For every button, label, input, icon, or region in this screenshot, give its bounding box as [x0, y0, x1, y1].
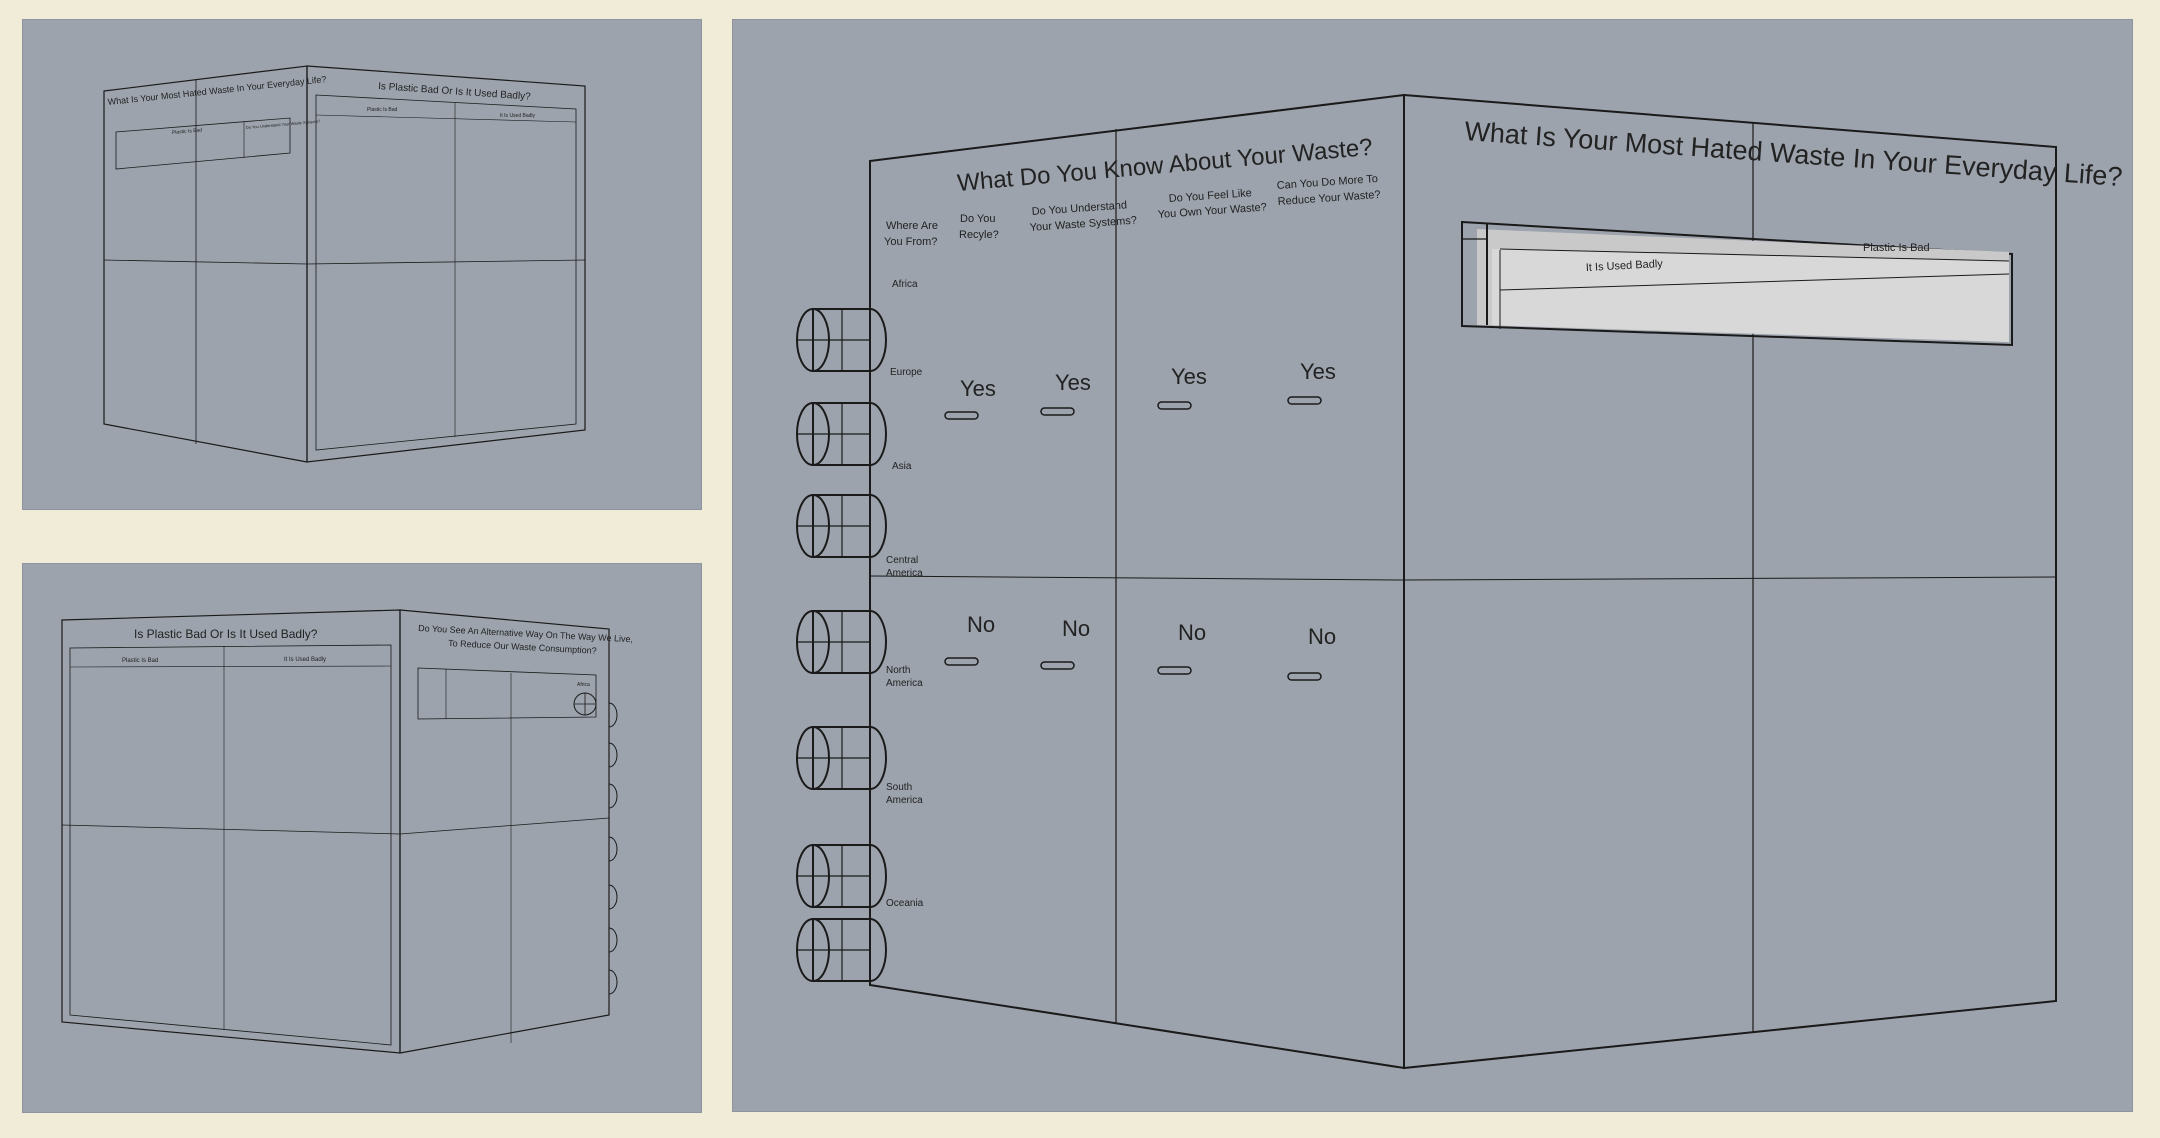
- column-label: It Is Used Badly: [284, 657, 326, 663]
- slot-label-right: Plastic Is Bad: [1863, 242, 1930, 254]
- viewport-perspective-bottom[interactable]: Is Plastic Bad Or Is It Used Badly? Plas…: [22, 563, 702, 1113]
- right-face-slot[interactable]: [1461, 220, 2013, 347]
- question-where-from-l1: Where Are: [886, 220, 938, 232]
- no-label: No: [1178, 620, 1206, 645]
- no-label: No: [1062, 616, 1090, 641]
- left-face-title: What Is Your Most Hated Waste In Your Ev…: [107, 74, 327, 107]
- question-where-from-l2: You From?: [884, 236, 937, 248]
- yes-label: Yes: [960, 376, 996, 401]
- region-north-america-l2: America: [886, 678, 923, 689]
- cube-left-face: [869, 93, 1405, 1070]
- viewport-perspective-main[interactable]: What Do You Know About Your Waste? Where…: [732, 19, 2133, 1112]
- no-label: No: [1308, 624, 1336, 649]
- region-knobs[interactable]: [796, 308, 887, 982]
- right-face-title: What Is Your Most Hated Waste In Your Ev…: [1464, 116, 2124, 192]
- region-south-america-l1: South: [886, 782, 912, 793]
- knob-asia: [796, 494, 887, 558]
- knob-south-america: [796, 844, 887, 908]
- right-face-slot: [417, 667, 597, 720]
- left-face-title: Is Plastic Bad Or Is It Used Badly?: [134, 627, 318, 641]
- slot-label: Plastic Is Bad: [172, 127, 203, 136]
- knob-europe: [796, 402, 887, 466]
- question-recycle-l2: Recyle?: [959, 229, 999, 241]
- region-central-america-l1: Central: [886, 555, 918, 566]
- knob-africa: [796, 308, 887, 372]
- no-label: No: [967, 612, 995, 637]
- cube-right-face: [306, 65, 586, 463]
- region-europe: Europe: [890, 367, 923, 378]
- side-knobs: [608, 702, 618, 995]
- region-central-america-l2: America: [886, 568, 923, 579]
- column-label: It Is Used Badly: [500, 113, 536, 119]
- cube-left-face: [61, 609, 401, 1054]
- vote-slots[interactable]: [944, 396, 1322, 681]
- cube-render-top: What Is Your Most Hated Waste In Your Ev…: [103, 65, 586, 463]
- column-label: Plastic Is Bad: [122, 658, 158, 664]
- region-africa: Africa: [892, 279, 918, 290]
- slot-label: Africa: [577, 682, 590, 688]
- yes-label: Yes: [1171, 364, 1207, 389]
- knob-central-america: [796, 610, 887, 674]
- region-labels: Africa Europe Asia Central America North…: [886, 279, 924, 909]
- question-understand-l2: Your Waste Systems?: [1029, 215, 1137, 234]
- no-labels: No No No No: [967, 612, 1336, 649]
- slot-label: Do You Understand Your Waste Systems?: [246, 118, 322, 130]
- yes-labels: Yes Yes Yes Yes: [960, 359, 1336, 401]
- region-south-america-l2: America: [886, 795, 923, 806]
- column-label: Plastic Is Bad: [367, 107, 398, 113]
- knob-oceania: [796, 918, 887, 982]
- yes-label: Yes: [1300, 359, 1336, 384]
- question-more-l2: Reduce Your Waste?: [1277, 189, 1381, 208]
- question-recycle-l1: Do You: [960, 213, 995, 225]
- knob-north-america: [796, 726, 887, 790]
- viewport-perspective-top[interactable]: What Is Your Most Hated Waste In Your Ev…: [22, 19, 702, 510]
- cube-render-main: What Do You Know About Your Waste? Where…: [796, 93, 2124, 1070]
- region-north-america-l1: North: [886, 665, 910, 676]
- cube-render-bottom: Is Plastic Bad Or Is It Used Badly? Plas…: [61, 609, 633, 1054]
- region-oceania: Oceania: [886, 898, 924, 909]
- region-asia: Asia: [892, 461, 912, 472]
- yes-label: Yes: [1055, 370, 1091, 395]
